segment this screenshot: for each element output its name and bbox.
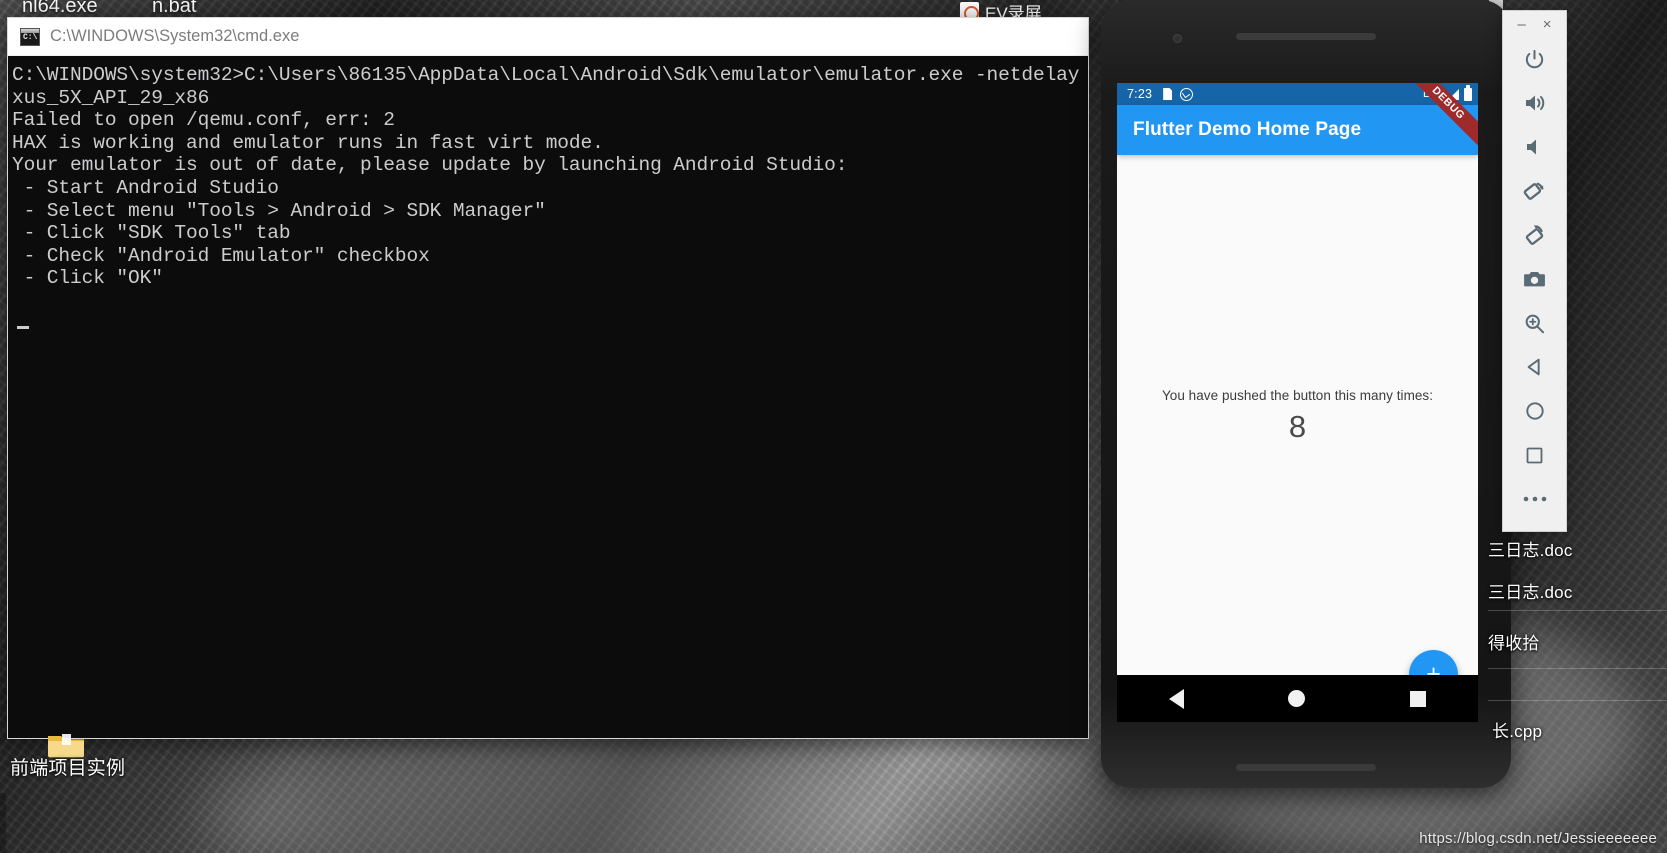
back-button[interactable] <box>1503 345 1566 389</box>
cmd-titlebar[interactable]: C:\WINDOWS\System32\cmd.exe <box>8 18 1088 56</box>
bottom-speaker <box>1236 764 1376 771</box>
counter-label: You have pushed the button this many tim… <box>1161 388 1434 403</box>
console-icon <box>20 27 40 46</box>
phone-screen[interactable]: 7:23 LTE Flutter Demo Home Page <box>1117 83 1478 722</box>
cmd-line: xus_5X_API_29_x86 <box>12 86 210 109</box>
desktop-file-label[interactable]: 三日志.doc <box>1488 536 1573 561</box>
cmd-line: C:\WINDOWS\system32>C:\Users\86135\AppDa… <box>12 64 1088 86</box>
overview-button[interactable] <box>1503 433 1566 477</box>
earpiece-speaker <box>1236 33 1376 40</box>
zoom-button[interactable] <box>1503 301 1566 345</box>
power-button[interactable] <box>1503 37 1566 81</box>
android-nav-bar[interactable] <box>1117 675 1478 722</box>
rotate-left-button[interactable] <box>1503 169 1566 213</box>
volume-down-icon <box>1523 135 1547 159</box>
camera-icon <box>1522 267 1547 292</box>
volume-up-button[interactable] <box>1503 81 1566 125</box>
app-bar: Flutter Demo Home Page <box>1117 105 1478 155</box>
emulator-side-toolbar[interactable]: – × <box>1502 10 1567 532</box>
taskbar-edge <box>0 793 6 853</box>
rotate-right-button[interactable] <box>1503 213 1566 257</box>
desktop-file-label[interactable]: 长.cpp <box>1492 717 1542 742</box>
desktop-divider <box>1488 668 1667 669</box>
nav-back-icon[interactable] <box>1169 688 1185 709</box>
desktop-label-nbat: n.bat <box>152 0 197 17</box>
circle-home-icon <box>1524 400 1546 422</box>
screenshot-button[interactable] <box>1503 257 1566 301</box>
ellipsis-icon <box>1522 495 1548 503</box>
desktop-divider <box>1488 700 1667 701</box>
volume-up-icon <box>1523 91 1547 115</box>
cmd-console-output[interactable]: C:\WINDOWS\system32>C:\Users\86135\AppDa… <box>8 56 1088 738</box>
cmd-line: - Select menu "Tools > Android > SDK Man… <box>12 199 546 222</box>
more-button[interactable] <box>1503 477 1566 521</box>
nav-home-icon[interactable] <box>1288 690 1306 707</box>
android-emulator-window[interactable]: 7:23 LTE Flutter Demo Home Page <box>1101 0 1511 790</box>
screen-root: nl64.exe n.bat EV录屏 C:\WINDOWS\System32\… <box>0 0 1667 853</box>
front-camera-icon <box>1173 34 1182 43</box>
power-icon <box>1523 48 1546 71</box>
counter-value: 8 <box>1288 409 1307 444</box>
cmd-line: - Check "Android Emulator" checkbox <box>12 244 430 267</box>
desktop-divider <box>1488 610 1667 611</box>
cmd-window[interactable]: C:\WINDOWS\System32\cmd.exe C:\WINDOWS\s… <box>7 17 1089 739</box>
cmd-title: C:\WINDOWS\System32\cmd.exe <box>50 27 300 45</box>
close-button[interactable]: × <box>1543 17 1552 32</box>
rotate-left-icon <box>1522 179 1547 204</box>
cmd-line: HAX is working and emulator runs in fast… <box>12 131 604 154</box>
home-button[interactable] <box>1503 389 1566 433</box>
cmd-line: - Start Android Studio <box>12 176 279 199</box>
minimize-button[interactable]: – <box>1517 17 1525 32</box>
sim-card-icon <box>1163 88 1173 100</box>
cmd-line: - Click "SDK Tools" tab <box>12 222 291 245</box>
app-bar-title: Flutter Demo Home Page <box>1133 119 1362 140</box>
triangle-back-icon <box>1524 356 1546 378</box>
sync-icon <box>1180 87 1194 101</box>
watermark: https://blog.csdn.net/Jessieeeeeee <box>1419 830 1657 847</box>
cmd-line: - Click "OK" <box>12 267 163 290</box>
desktop-label-nl64: nl64.exe <box>22 0 98 17</box>
phone-frame: 7:23 LTE Flutter Demo Home Page <box>1101 0 1511 788</box>
app-body: You have pushed the button this many tim… <box>1117 155 1478 675</box>
desktop-folder-label[interactable]: 前端项目实例 <box>10 753 125 780</box>
battery-icon <box>1464 85 1472 101</box>
magnifier-plus-icon <box>1523 312 1546 335</box>
square-overview-icon <box>1524 445 1545 466</box>
cmd-cursor <box>17 325 29 329</box>
nav-recent-icon[interactable] <box>1409 690 1426 707</box>
rotate-right-icon <box>1522 223 1547 248</box>
volume-down-button[interactable] <box>1503 125 1566 169</box>
cmd-line: Your emulator is out of date, please upd… <box>12 154 848 177</box>
desktop-file-label[interactable]: 得收拾 <box>1488 629 1540 654</box>
status-time: 7:23 <box>1127 87 1153 101</box>
cmd-line: Failed to open /qemu.conf, err: 2 <box>12 109 395 132</box>
desktop-file-label[interactable]: 三日志.doc <box>1488 578 1573 603</box>
